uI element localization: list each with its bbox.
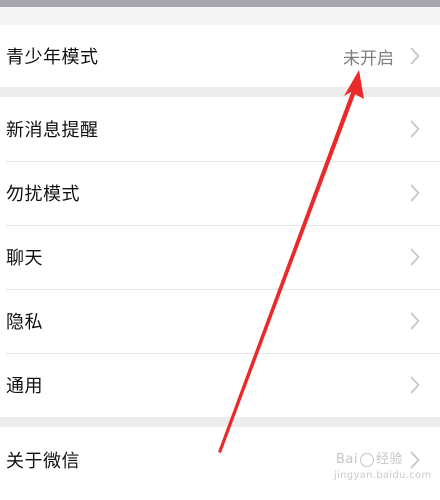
settings-group-youth: 青少年模式 未开启 — [0, 25, 440, 87]
settings-row-privacy[interactable]: 隐私 — [0, 289, 440, 353]
chevron-right-icon — [404, 45, 426, 67]
youth-mode-status: 未开启 — [343, 48, 394, 69]
privacy-label: 隐私 — [6, 312, 43, 333]
watermark-text-right: 经验 — [376, 452, 404, 467]
chevron-right-icon — [404, 449, 426, 471]
watermark-text-left: Bai — [336, 452, 358, 467]
settings-row-chat[interactable]: 聊天 — [0, 225, 440, 289]
settings-group-main: 新消息提醒 勿扰模式 聊天 隐私 通用 — [0, 97, 440, 417]
watermark-url: jingyan.baidu.com — [334, 470, 432, 481]
chevron-right-icon — [404, 374, 426, 396]
top-bar — [0, 0, 440, 7]
top-gap — [0, 7, 440, 25]
chevron-right-icon — [404, 118, 426, 140]
do-not-disturb-label: 勿扰模式 — [6, 184, 80, 205]
general-label: 通用 — [6, 376, 43, 397]
chevron-right-icon — [404, 246, 426, 268]
settings-row-youth-mode[interactable]: 青少年模式 未开启 — [0, 25, 440, 87]
baidu-watermark: Bai 经验 — [336, 448, 403, 467]
chevron-right-icon — [404, 310, 426, 332]
settings-row-general[interactable]: 通用 — [0, 353, 440, 417]
chevron-right-icon — [404, 182, 426, 204]
new-message-label: 新消息提醒 — [6, 120, 99, 141]
youth-mode-label: 青少年模式 — [6, 47, 99, 68]
settings-row-do-not-disturb[interactable]: 勿扰模式 — [0, 161, 440, 225]
paw-icon — [360, 452, 374, 467]
settings-row-new-message[interactable]: 新消息提醒 — [0, 97, 440, 161]
chat-label: 聊天 — [6, 248, 43, 269]
